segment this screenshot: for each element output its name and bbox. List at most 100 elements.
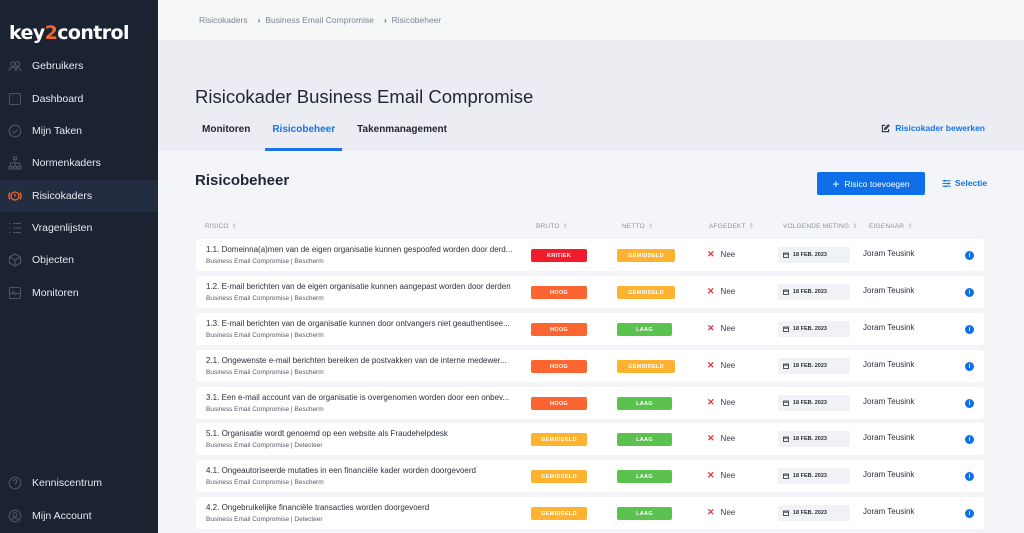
afgedekt-value: Nee xyxy=(720,508,736,517)
close-x-icon: ✕ xyxy=(707,507,715,517)
next-measurement-date: 18 FEB. 2023 xyxy=(778,358,850,374)
filter-sliders-icon xyxy=(942,179,951,187)
table-row[interactable]: 5.1. Organisatie wordt genoemd op een we… xyxy=(196,423,984,455)
check-circle-icon xyxy=(8,124,22,138)
calendar-icon xyxy=(783,436,789,442)
info-icon[interactable]: i xyxy=(965,362,974,371)
breadcrumb-item-risicokaders[interactable]: Risicokaders xyxy=(199,15,248,25)
date-value: 18 FEB. 2023 xyxy=(793,326,827,332)
risk-title: 3.1. Een e-mail account van de organisat… xyxy=(206,393,510,402)
column-header-bruto[interactable]: BRUTO ⇕ xyxy=(536,222,568,230)
risk-subtitle: Business Email Compromise | Bescherm xyxy=(206,258,324,265)
column-header-label: BRUTO xyxy=(536,223,560,230)
table-row[interactable]: 1.1. Domeinna(a)men van de eigen organis… xyxy=(196,239,984,271)
sort-icon: ⇕ xyxy=(748,223,755,230)
sidebar-item-label: Gebruikers xyxy=(32,60,84,72)
sidebar-item-label: Monitoren xyxy=(32,287,79,299)
info-icon[interactable]: i xyxy=(965,288,974,297)
info-icon[interactable]: i xyxy=(965,509,974,518)
owner-name: Joram Teusink xyxy=(863,323,915,332)
sidebar-item-objecten[interactable]: Objecten xyxy=(0,244,158,276)
owner-name: Joram Teusink xyxy=(863,249,915,258)
table-row[interactable]: 1.3. E-mail berichten van de organisatie… xyxy=(196,313,984,345)
bruto-badge: HOOG xyxy=(531,286,587,299)
calendar-icon xyxy=(783,400,789,406)
table-row[interactable]: 4.1. Ongeautoriseerde mutaties in een fi… xyxy=(196,460,984,492)
next-measurement-date: 18 FEB. 2023 xyxy=(778,395,850,411)
sidebar-item-dashboard[interactable]: Dashboard xyxy=(0,83,158,115)
risk-subtitle: Business Email Compromise | Bescherm xyxy=(206,406,324,413)
page-header: Risicokader Business Email Compromise Mo… xyxy=(158,40,1024,151)
sidebar-item-monitoren[interactable]: Monitoren xyxy=(0,277,158,309)
afgedekt-value: Nee xyxy=(720,361,736,370)
add-risico-button[interactable]: + Risico toevoegen xyxy=(817,172,925,195)
netto-badge: LAAG xyxy=(617,323,672,336)
table-row[interactable]: 3.1. Een e-mail account van de organisat… xyxy=(196,387,984,419)
sidebar-item-label: Risicokaders xyxy=(32,190,93,202)
risk-subtitle: Business Email Compromise | Bescherm xyxy=(206,295,324,302)
date-value: 18 FEB. 2023 xyxy=(793,363,827,369)
afgedekt-status: ✕ Nee xyxy=(707,397,735,408)
table-row[interactable]: 4.2. Ongebruikelijke financiële transact… xyxy=(196,497,984,529)
app-logo[interactable]: key2control xyxy=(9,22,130,44)
netto-badge: LAAG xyxy=(617,433,672,446)
date-value: 18 FEB. 2023 xyxy=(793,289,827,295)
calendar-icon xyxy=(783,473,789,479)
cube-icon xyxy=(8,253,22,267)
breadcrumb-item-business-email-compromise[interactable]: Business Email Compromise xyxy=(265,15,374,25)
date-value: 18 FEB. 2023 xyxy=(793,252,827,258)
column-header-risico[interactable]: RISICO ⇕ xyxy=(205,222,237,230)
tab-monitoren[interactable]: Monitoren xyxy=(195,120,257,151)
sidebar-item-vragenlijsten[interactable]: Vragenlijsten xyxy=(0,212,158,244)
breadcrumb: Risicokaders › Business Email Compromise… xyxy=(158,0,1024,40)
afgedekt-value: Nee xyxy=(720,324,736,333)
list-icon xyxy=(8,221,22,235)
risk-subtitle: Business Email Compromise | Bescherm xyxy=(206,479,324,486)
table-row[interactable]: 1.2. E-mail berichten van de eigen organ… xyxy=(196,276,984,308)
tab-takenmanagement[interactable]: Takenmanagement xyxy=(350,120,454,151)
date-value: 18 FEB. 2023 xyxy=(793,510,827,516)
chevron-right-icon: › xyxy=(257,15,261,25)
column-header-eigenaar[interactable]: EIGENAAR ⇕ xyxy=(869,222,913,230)
info-icon[interactable]: i xyxy=(965,399,974,408)
column-header-netto[interactable]: NETTO ⇕ xyxy=(622,222,654,230)
edit-risicokader-link[interactable]: Risicokader bewerken xyxy=(881,123,985,133)
sidebar-item-label: Dashboard xyxy=(32,93,84,105)
alert-ring-icon xyxy=(8,189,22,203)
sidebar-item-mijn-taken[interactable]: Mijn Taken xyxy=(0,115,158,147)
hierarchy-icon xyxy=(8,156,22,170)
sidebar-item-normenkaders[interactable]: Normenkaders xyxy=(0,147,158,179)
info-icon[interactable]: i xyxy=(965,435,974,444)
risk-title: 1.3. E-mail berichten van de organisatie… xyxy=(206,319,510,328)
info-icon[interactable]: i xyxy=(965,325,974,334)
afgedekt-status: ✕ Nee xyxy=(707,249,735,260)
netto-badge: LAAG xyxy=(617,397,672,410)
tab-bar: Monitoren Risicobeheer Takenmanagement xyxy=(195,120,462,151)
sidebar: key2control Gebruikers Dashboard Mijn Ta… xyxy=(0,0,158,533)
sort-icon: ⇕ xyxy=(231,223,238,230)
column-header-afgedekt[interactable]: AFGEDEKT ⇕ xyxy=(709,222,754,230)
sidebar-item-kenniscentrum[interactable]: Kenniscentrum xyxy=(0,467,158,499)
column-header-volgende-meting[interactable]: VOLGENDE METING ⇕ xyxy=(783,222,858,230)
tab-risicobeheer[interactable]: Risicobeheer xyxy=(265,120,342,151)
owner-name: Joram Teusink xyxy=(863,286,915,295)
edit-icon xyxy=(882,123,891,132)
info-icon[interactable]: i xyxy=(965,251,974,260)
sort-icon: ⇕ xyxy=(647,223,654,230)
selectie-filter-button[interactable]: Selectie xyxy=(942,178,987,188)
sidebar-item-mijn-account[interactable]: Mijn Account xyxy=(0,500,158,532)
close-x-icon: ✕ xyxy=(707,249,715,259)
netto-badge: LAAG xyxy=(617,470,672,483)
risk-subtitle: Business Email Compromise | Detecteer xyxy=(206,516,323,523)
sidebar-item-risicokaders[interactable]: Risicokaders xyxy=(0,180,158,212)
sidebar-item-gebruikers[interactable]: Gebruikers xyxy=(0,50,158,82)
column-header-label: NETTO xyxy=(622,223,645,230)
column-header-label: VOLGENDE METING xyxy=(783,223,850,230)
owner-name: Joram Teusink xyxy=(863,397,915,406)
netto-badge: LAAG xyxy=(617,507,672,520)
column-header-label: EIGENAAR xyxy=(869,223,905,230)
afgedekt-status: ✕ Nee xyxy=(707,323,735,334)
table-row[interactable]: 2.1. Ongewenste e-mail berichten bereike… xyxy=(196,350,984,382)
info-icon[interactable]: i xyxy=(965,472,974,481)
bruto-badge: KRITIEK xyxy=(531,249,587,262)
